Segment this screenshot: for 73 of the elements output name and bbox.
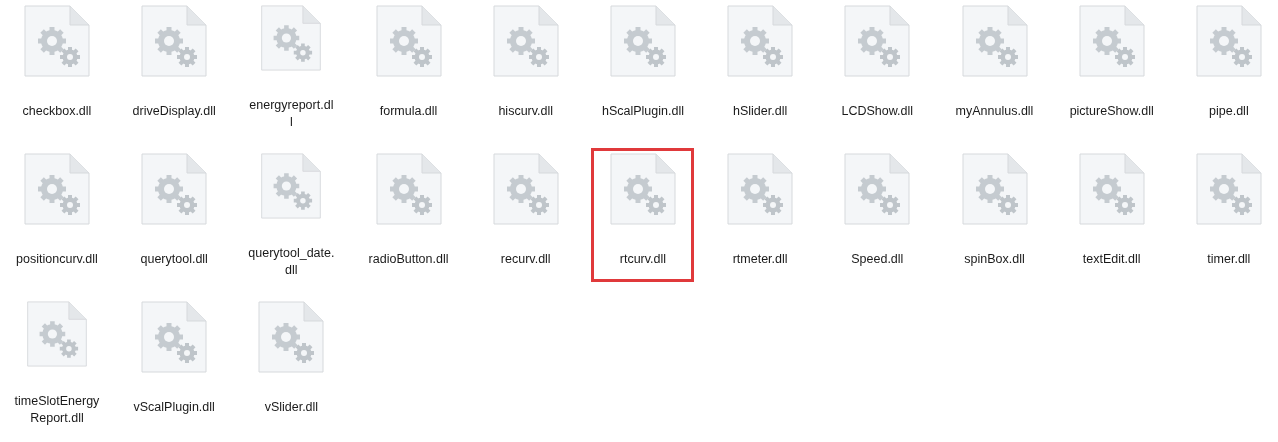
file-item[interactable]: hSlider.dll [708, 0, 812, 134]
file-item[interactable]: hScalPlugin.dll [591, 0, 695, 134]
file-name: spinBox.dll [964, 251, 1025, 268]
file-item[interactable]: checkbox.dll [5, 0, 109, 134]
file-name: Speed.dll [851, 251, 904, 268]
dll-file-icon [141, 5, 208, 77]
file-name: timer.dll [1207, 251, 1251, 268]
dll-file-icon [727, 5, 794, 77]
dll-file-icon [375, 5, 442, 77]
dll-file-icon [375, 153, 442, 225]
dll-file-icon [961, 153, 1028, 225]
file-name: vSlider.dll [264, 399, 319, 416]
file-name: pipe.dll [1209, 103, 1249, 120]
dll-file-icon [844, 153, 911, 225]
dll-file-icon [1195, 153, 1262, 225]
dll-file-icon [24, 5, 90, 77]
file-item[interactable]: radioButton.dll [357, 148, 461, 282]
dll-file-icon [141, 153, 208, 225]
file-item[interactable]: hiscurv.dll [474, 0, 578, 134]
file-name: LCDShow.dll [841, 103, 914, 120]
file-item[interactable]: driveDisplay.dll [122, 0, 226, 134]
file-name: querytool.dll [140, 251, 208, 268]
file-name: energyreport.dl l [249, 97, 334, 131]
dll-file-icon [1078, 153, 1145, 225]
file-item[interactable]: formula.dll [357, 0, 461, 134]
dll-file-icon [844, 5, 911, 77]
dll-file-icon [1078, 5, 1145, 77]
dll-file-icon [24, 301, 90, 367]
file-item[interactable]: vScalPlugin.dll [122, 296, 226, 430]
dll-file-icon [492, 5, 559, 77]
dll-file-icon [609, 5, 676, 77]
dll-file-icon [727, 153, 794, 225]
file-name: myAnnulus.dll [955, 103, 1034, 120]
file-name: positioncurv.dll [16, 251, 98, 268]
file-item[interactable]: myAnnulus.dll [943, 0, 1046, 134]
file-item[interactable]: textEdit.dll [1060, 148, 1164, 282]
file-item[interactable]: vSlider.dll [239, 296, 343, 430]
dll-file-icon [24, 153, 90, 225]
file-item[interactable]: timer.dll [1177, 148, 1278, 282]
file-item[interactable]: LCDShow.dll [825, 0, 929, 134]
file-name: rtmeter.dll [732, 251, 788, 268]
file-name: hScalPlugin.dll [601, 103, 684, 120]
file-name: timeSlotEnergy Report.dll [14, 393, 100, 427]
file-name: rtcurv.dll [619, 251, 667, 268]
file-item[interactable]: spinBox.dll [943, 148, 1046, 282]
file-name: hiscurv.dll [498, 103, 554, 120]
file-item[interactable]: energyreport.dl l [239, 0, 343, 134]
file-name: recurv.dll [500, 251, 551, 268]
file-name: querytool_date. dll [248, 245, 335, 279]
dll-file-icon [258, 301, 325, 373]
file-name: vScalPlugin.dll [133, 399, 215, 416]
dll-file-icon [609, 153, 676, 225]
file-item[interactable]: querytool.dll [122, 148, 226, 282]
dll-file-icon [141, 301, 208, 373]
dll-file-icon [1195, 5, 1262, 77]
file-item[interactable]: pictureShow.dll [1060, 0, 1164, 134]
file-name: driveDisplay.dll [132, 103, 216, 120]
file-item[interactable]: pipe.dll [1177, 0, 1278, 134]
file-name: hSlider.dll [733, 103, 788, 120]
dll-file-icon [492, 153, 559, 225]
file-name: formula.dll [379, 103, 438, 120]
file-name: textEdit.dll [1082, 251, 1141, 268]
file-item[interactable]: rtmeter.dll [708, 148, 812, 282]
file-name: radioButton.dll [368, 251, 449, 268]
file-name: pictureShow.dll [1069, 103, 1154, 120]
file-item[interactable]: rtcurv.dll [591, 148, 695, 282]
file-item[interactable]: positioncurv.dll [5, 148, 109, 282]
file-item[interactable]: recurv.dll [474, 148, 578, 282]
file-item[interactable]: timeSlotEnergy Report.dll [5, 296, 109, 430]
file-item[interactable]: querytool_date. dll [239, 148, 343, 282]
file-name: checkbox.dll [22, 103, 92, 120]
dll-file-icon [961, 5, 1028, 77]
file-item[interactable]: Speed.dll [825, 148, 929, 282]
